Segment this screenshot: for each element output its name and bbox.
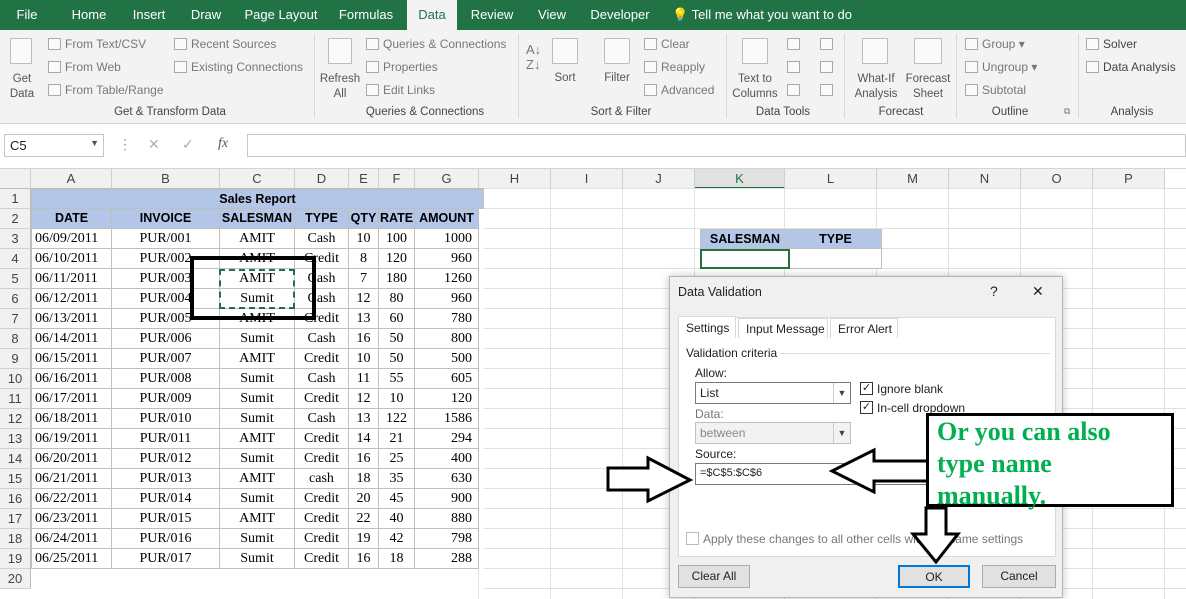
annotation-note: Or you can also type name manually.	[926, 413, 1174, 510]
down-arrow-icon	[909, 506, 962, 565]
left-arrow-icon	[828, 447, 934, 495]
right-arrow-icon	[606, 455, 694, 504]
